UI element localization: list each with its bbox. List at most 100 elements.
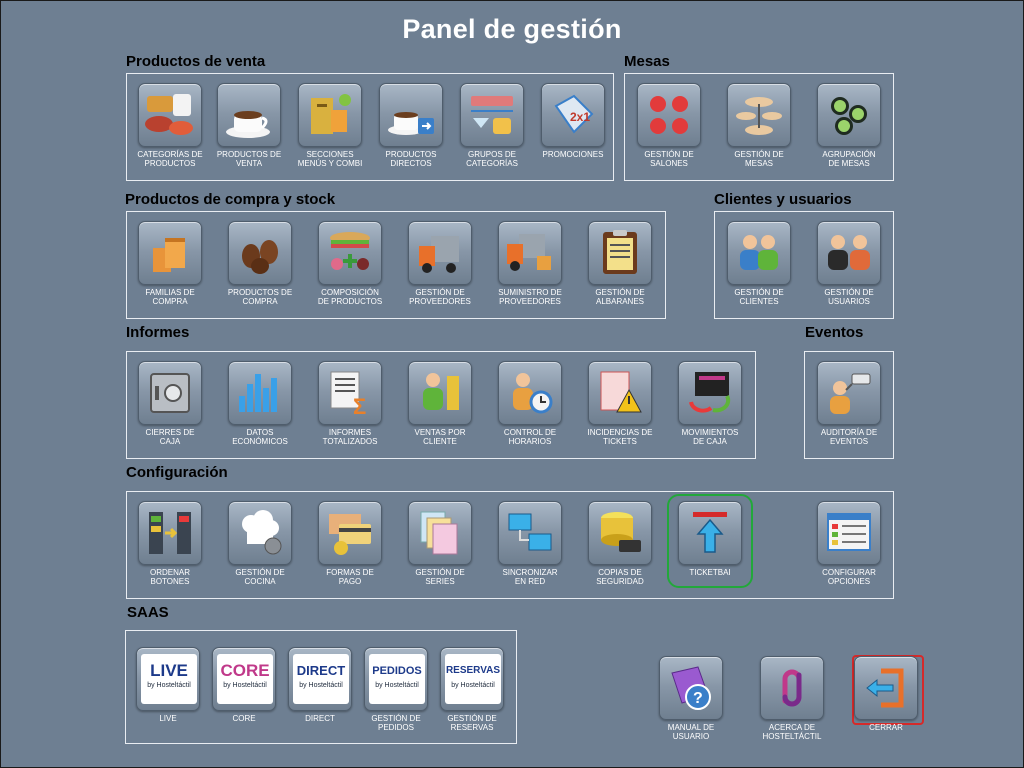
tile-promociones[interactable]: 2x1 PROMOCIONES	[540, 83, 606, 159]
tile-gestion-proveedores[interactable]: GESTIÓN DE PROVEEDORES	[407, 221, 473, 306]
tile-productos-directos[interactable]: PRODUCTOS DIRECTOS	[378, 83, 444, 168]
tile-label: CERRAR	[869, 723, 903, 732]
tile-ticketbai[interactable]: TICKETBAI	[677, 501, 743, 577]
saas-logo-sub: by Hosteltáctil	[223, 682, 267, 689]
tile-label: CORE	[232, 714, 256, 723]
tile-gestion-clientes[interactable]: GESTIÓN DE CLIENTES	[726, 221, 792, 306]
tile-label: PROMOCIONES	[542, 150, 604, 159]
saas-logo-text: PEDIDOS	[372, 665, 422, 677]
section-title-clientes: Clientes y usuarios	[714, 191, 852, 208]
tile-gestion-usuarios[interactable]: GESTIÓN DE USUARIOS	[816, 221, 882, 306]
tile-gestion-albaranes[interactable]: GESTIÓN DE ALBARANES	[587, 221, 653, 306]
tile-saas-reservas[interactable]: RESERVAS by Hosteltáctil GESTIÓN DE RESER…	[439, 647, 505, 732]
cash-drawer-icon	[678, 361, 742, 425]
tile-label: SINCRONIZAR EN RED	[502, 568, 558, 586]
tile-ordenar-botones[interactable]: ORDENAR BOTONES	[137, 501, 203, 586]
promotion-tag-icon: 2x1	[541, 83, 605, 147]
tile-label: GESTIÓN DE PROVEEDORES	[409, 288, 471, 306]
tile-datos-economicos[interactable]: DATOS ECONÓMICOS	[227, 361, 293, 446]
tile-suministro-proveedores[interactable]: SUMINISTRO DE PROVEEDORES	[497, 221, 563, 306]
tile-configurar-opciones[interactable]: CONFIGURAR OPCIONES	[816, 501, 882, 586]
saas-logo-text: CORE	[220, 661, 270, 680]
tile-familias-compra[interactable]: FAMILIAS DE COMPRA	[137, 221, 203, 306]
tile-incidencias-tickets[interactable]: INCIDENCIAS DE TICKETS	[587, 361, 653, 446]
sort-buttons-icon	[138, 501, 202, 565]
tile-movimientos-caja[interactable]: MOVIMIENTOS DE CAJA	[677, 361, 743, 446]
supply-truck-icon	[498, 221, 562, 285]
tile-cerrar[interactable]: CERRAR	[846, 656, 926, 732]
tile-gestion-salones[interactable]: GESTIÓN DE SALONES	[636, 83, 702, 168]
tile-saas-core[interactable]: CORE by Hosteltáctil CORE	[211, 647, 277, 723]
chef-hat-icon	[228, 501, 292, 565]
tile-label: ORDENAR BOTONES	[149, 568, 190, 586]
tile-label: DATOS ECONÓMICOS	[232, 428, 288, 446]
safe-icon	[138, 361, 202, 425]
tile-label: PRODUCTOS DE VENTA	[216, 150, 282, 168]
tile-sincronizar-red[interactable]: SINCRONIZAR EN RED	[497, 501, 563, 586]
section-title-mesas: Mesas	[624, 53, 670, 70]
tile-gestion-series[interactable]: GESTIÓN DE SERIES	[407, 501, 473, 586]
tile-auditoria-eventos[interactable]: AUDITORÍA DE EVENTOS	[816, 361, 882, 446]
tile-saas-pedidos[interactable]: PEDIDOS by Hosteltáctil GESTIÓN DE PEDIDO…	[363, 647, 429, 732]
tile-manual-usuario[interactable]: ? MANUAL DE USUARIO	[651, 656, 731, 741]
tile-label: FORMAS DE PAGO	[326, 568, 374, 586]
menu-card-icon	[298, 83, 362, 147]
sandwich-composition-icon	[318, 221, 382, 285]
tile-secciones-menus[interactable]: SECCIONES MENÚS Y COMBI	[297, 83, 363, 168]
tile-saas-live[interactable]: LIVE by Hosteltáctil LIVE	[135, 647, 201, 723]
tile-copias-seguridad[interactable]: COPIAS DE SEGURIDAD	[587, 501, 653, 586]
tile-label: GESTIÓN DE USUARIOS	[824, 288, 874, 306]
camera-audit-icon	[817, 361, 881, 425]
tile-label: LIVE	[159, 714, 177, 723]
settings-window-icon	[817, 501, 881, 565]
tile-label: GESTIÓN DE SERIES	[415, 568, 465, 586]
hosteltactil-logo-icon	[760, 656, 824, 720]
series-documents-icon	[408, 501, 472, 565]
tile-agrupacion-mesas[interactable]: AGRUPACIÓN DE MESAS	[816, 83, 882, 168]
tile-gestion-mesas[interactable]: GESTIÓN DE MESAS	[726, 83, 792, 168]
bar-chart-icon	[228, 361, 292, 425]
section-title-configuracion: Configuración	[126, 464, 228, 481]
section-title-compra-stock: Productos de compra y stock	[125, 191, 336, 208]
saas-logo-text: LIVE	[150, 661, 188, 680]
tile-informes-totalizados[interactable]: Σ INFORMES TOTALIZADOS	[317, 361, 383, 446]
exit-icon	[854, 656, 918, 720]
tile-label: AGRUPACIÓN DE MESAS	[822, 150, 876, 168]
ticket-warning-icon	[588, 361, 652, 425]
tile-grupos-categorias[interactable]: GRUPOS DE CATEGORÍAS	[459, 83, 525, 168]
tables-icon	[727, 83, 791, 147]
tile-label: CATEGORÍAS DE PRODUCTOS	[137, 150, 203, 168]
tile-label: GESTIÓN DE PEDIDOS	[371, 714, 421, 732]
tile-label: AUDITORÍA DE EVENTOS	[820, 428, 878, 446]
tile-label: PRODUCTOS DE COMPRA	[227, 288, 293, 306]
tile-ventas-cliente[interactable]: VENTAS POR CLIENTE	[407, 361, 473, 446]
page-title: Panel de gestión	[402, 14, 622, 44]
tile-label: CONFIGURAR OPCIONES	[822, 568, 876, 586]
tile-gestion-cocina[interactable]: GESTIÓN DE COCINA	[227, 501, 293, 586]
tile-control-horarios[interactable]: CONTROL DE HORARIOS	[497, 361, 563, 446]
tile-label: MOVIMIENTOS DE CAJA	[681, 428, 739, 446]
pedidos-logo-icon: PEDIDOS by Hosteltáctil	[364, 647, 428, 711]
tile-label: COMPOSICIÓN DE PRODUCTOS	[317, 288, 383, 306]
network-sync-icon	[498, 501, 562, 565]
tile-label: SUMINISTRO DE PROVEEDORES	[498, 288, 562, 306]
tile-label: MANUAL DE USUARIO	[667, 723, 715, 741]
tile-formas-pago[interactable]: FORMAS DE PAGO	[317, 501, 383, 586]
tile-productos-compra[interactable]: PRODUCTOS DE COMPRA	[227, 221, 293, 306]
tile-label: GRUPOS DE CATEGORÍAS	[466, 150, 518, 168]
tile-composicion-productos[interactable]: COMPOSICIÓN DE PRODUCTOS	[317, 221, 383, 306]
tile-categorias-productos[interactable]: CATEGORÍAS DE PRODUCTOS	[137, 83, 203, 168]
tile-productos-venta[interactable]: PRODUCTOS DE VENTA	[216, 83, 282, 168]
section-box-compra-stock	[126, 211, 666, 319]
saas-logo-sub: by Hosteltáctil	[299, 682, 343, 689]
section-title-saas: SAAS	[127, 604, 169, 621]
clipboard-icon	[588, 221, 652, 285]
coffee-direct-icon	[379, 83, 443, 147]
tile-acerca-hosteltactil[interactable]: ACERCA DE HOSTELTÁCTIL	[752, 656, 832, 741]
tile-cierres-caja[interactable]: CIERRES DE CAJA	[137, 361, 203, 446]
tile-saas-direct[interactable]: DIRECT by Hosteltáctil DIRECT	[287, 647, 353, 723]
truck-icon	[408, 221, 472, 285]
tile-label: CONTROL DE HORARIOS	[503, 428, 557, 446]
saas-logo-sub: by Hosteltáctil	[375, 682, 419, 689]
boxes-icon	[138, 221, 202, 285]
